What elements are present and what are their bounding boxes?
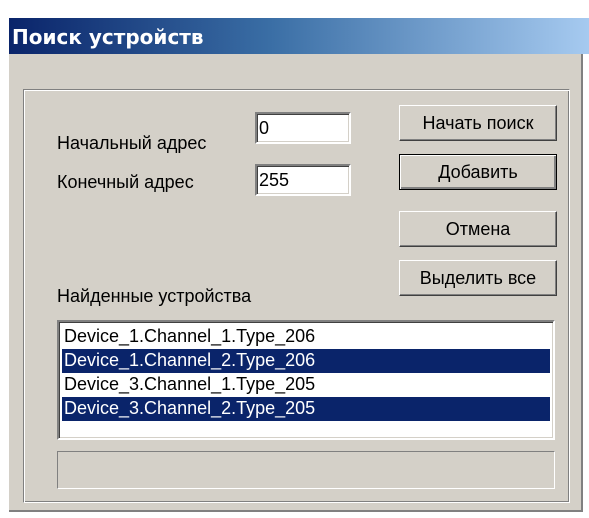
end-address-field[interactable] xyxy=(255,164,351,196)
list-item[interactable]: Device_3.Channel_2.Type_205 xyxy=(62,397,550,421)
end-address-input[interactable] xyxy=(259,168,347,192)
add-button[interactable]: Добавить xyxy=(399,154,557,190)
start-address-label: Начальный адрес xyxy=(57,133,207,153)
cancel-button[interactable]: Отмена xyxy=(399,211,557,247)
select-all-button[interactable]: Выделить все xyxy=(399,260,557,296)
found-devices-label: Найденные устройства xyxy=(57,286,252,306)
start-search-button[interactable]: Начать поиск xyxy=(399,105,557,141)
found-devices-list[interactable]: Device_1.Channel_1.Type_206 Device_1.Cha… xyxy=(57,320,555,440)
progress-bar xyxy=(57,451,555,489)
list-item[interactable]: Device_1.Channel_2.Type_206 xyxy=(62,349,550,373)
search-devices-dialog: Поиск устройств Начальный адрес Конечный… xyxy=(0,0,589,518)
list-item[interactable]: Device_3.Channel_1.Type_205 xyxy=(62,373,550,397)
start-address-field[interactable] xyxy=(255,112,351,144)
start-address-input[interactable] xyxy=(259,116,347,140)
window-title: Поиск устройств xyxy=(12,25,204,49)
end-address-label: Конечный адрес xyxy=(57,172,194,192)
dialog-client-area: Начальный адрес Конечный адрес Начать по… xyxy=(9,54,583,512)
list-item[interactable]: Device_1.Channel_1.Type_206 xyxy=(62,325,550,349)
title-bar[interactable]: Поиск устройств xyxy=(9,18,589,54)
